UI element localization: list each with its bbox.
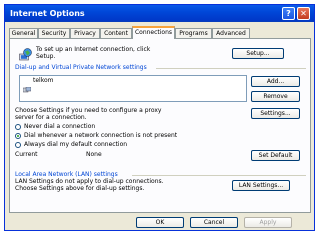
dialup-group-label: Dial-up and Virtual Private Network sett…: [15, 64, 147, 71]
settings-button[interactable]: Settings...: [251, 108, 300, 119]
connections-listbox[interactable]: telkom: [19, 75, 247, 102]
proxy-settings-text-line2: server for a connection.: [15, 114, 87, 121]
globe-computer-icon: [19, 48, 32, 61]
tab-content[interactable]: Content: [100, 28, 132, 38]
radio-never-dial-label: Never dial a connection: [24, 123, 96, 130]
remove-button[interactable]: Remove: [251, 91, 300, 102]
cancel-button[interactable]: Cancel: [190, 217, 238, 228]
lan-group-divider: [132, 175, 306, 176]
lan-group-label: Local Area Network (LAN) settings: [15, 171, 118, 178]
tab-connections[interactable]: Connections: [132, 26, 175, 39]
window-title: Internet Options: [10, 9, 85, 18]
setup-instructions-line1: To set up an Internet connection, click: [36, 46, 151, 53]
lan-settings-button[interactable]: LAN Settings...: [232, 180, 290, 191]
tab-advanced[interactable]: Advanced: [212, 28, 250, 38]
tab-programs[interactable]: Programs: [175, 28, 212, 38]
close-icon[interactable]: ✕: [297, 7, 310, 20]
set-default-button[interactable]: Set Default: [251, 150, 300, 161]
internet-options-dialog: Internet Options ? ✕ General Security Pr…: [4, 4, 315, 231]
ok-button[interactable]: OK: [136, 217, 184, 228]
tab-security[interactable]: Security: [38, 28, 70, 38]
radio-always-dial[interactable]: [15, 142, 21, 148]
radio-never-dial[interactable]: [15, 124, 21, 130]
radio-dial-whenever[interactable]: [15, 133, 21, 139]
setup-button[interactable]: Setup...: [232, 48, 284, 59]
apply-button[interactable]: Apply: [244, 217, 292, 228]
setup-instructions-line2: Setup.: [36, 53, 56, 60]
radio-dial-whenever-label: Dial whenever a network connection is no…: [24, 132, 178, 139]
lan-text-line2: Choose Settings above for dial-up settin…: [15, 185, 145, 192]
connections-panel: To set up an Internet connection, click …: [9, 38, 311, 213]
connection-item-telkom[interactable]: telkom: [33, 77, 54, 84]
radio-always-dial-label: Always dial my default connection: [24, 141, 128, 148]
current-value: None: [86, 151, 102, 158]
proxy-settings-text-line1: Choose Settings if you need to configure…: [15, 107, 162, 114]
title-bar: Internet Options ? ✕: [5, 5, 314, 22]
dialup-connection-icon: [22, 78, 32, 93]
lan-text-line1: LAN Settings do not apply to dial-up con…: [15, 178, 164, 185]
tab-privacy[interactable]: Privacy: [70, 28, 100, 38]
add-button[interactable]: Add...: [251, 76, 300, 87]
dialup-group-divider: [156, 68, 306, 69]
current-label: Current: [15, 151, 38, 158]
help-icon[interactable]: ?: [282, 7, 295, 20]
tab-general[interactable]: General: [9, 28, 38, 38]
